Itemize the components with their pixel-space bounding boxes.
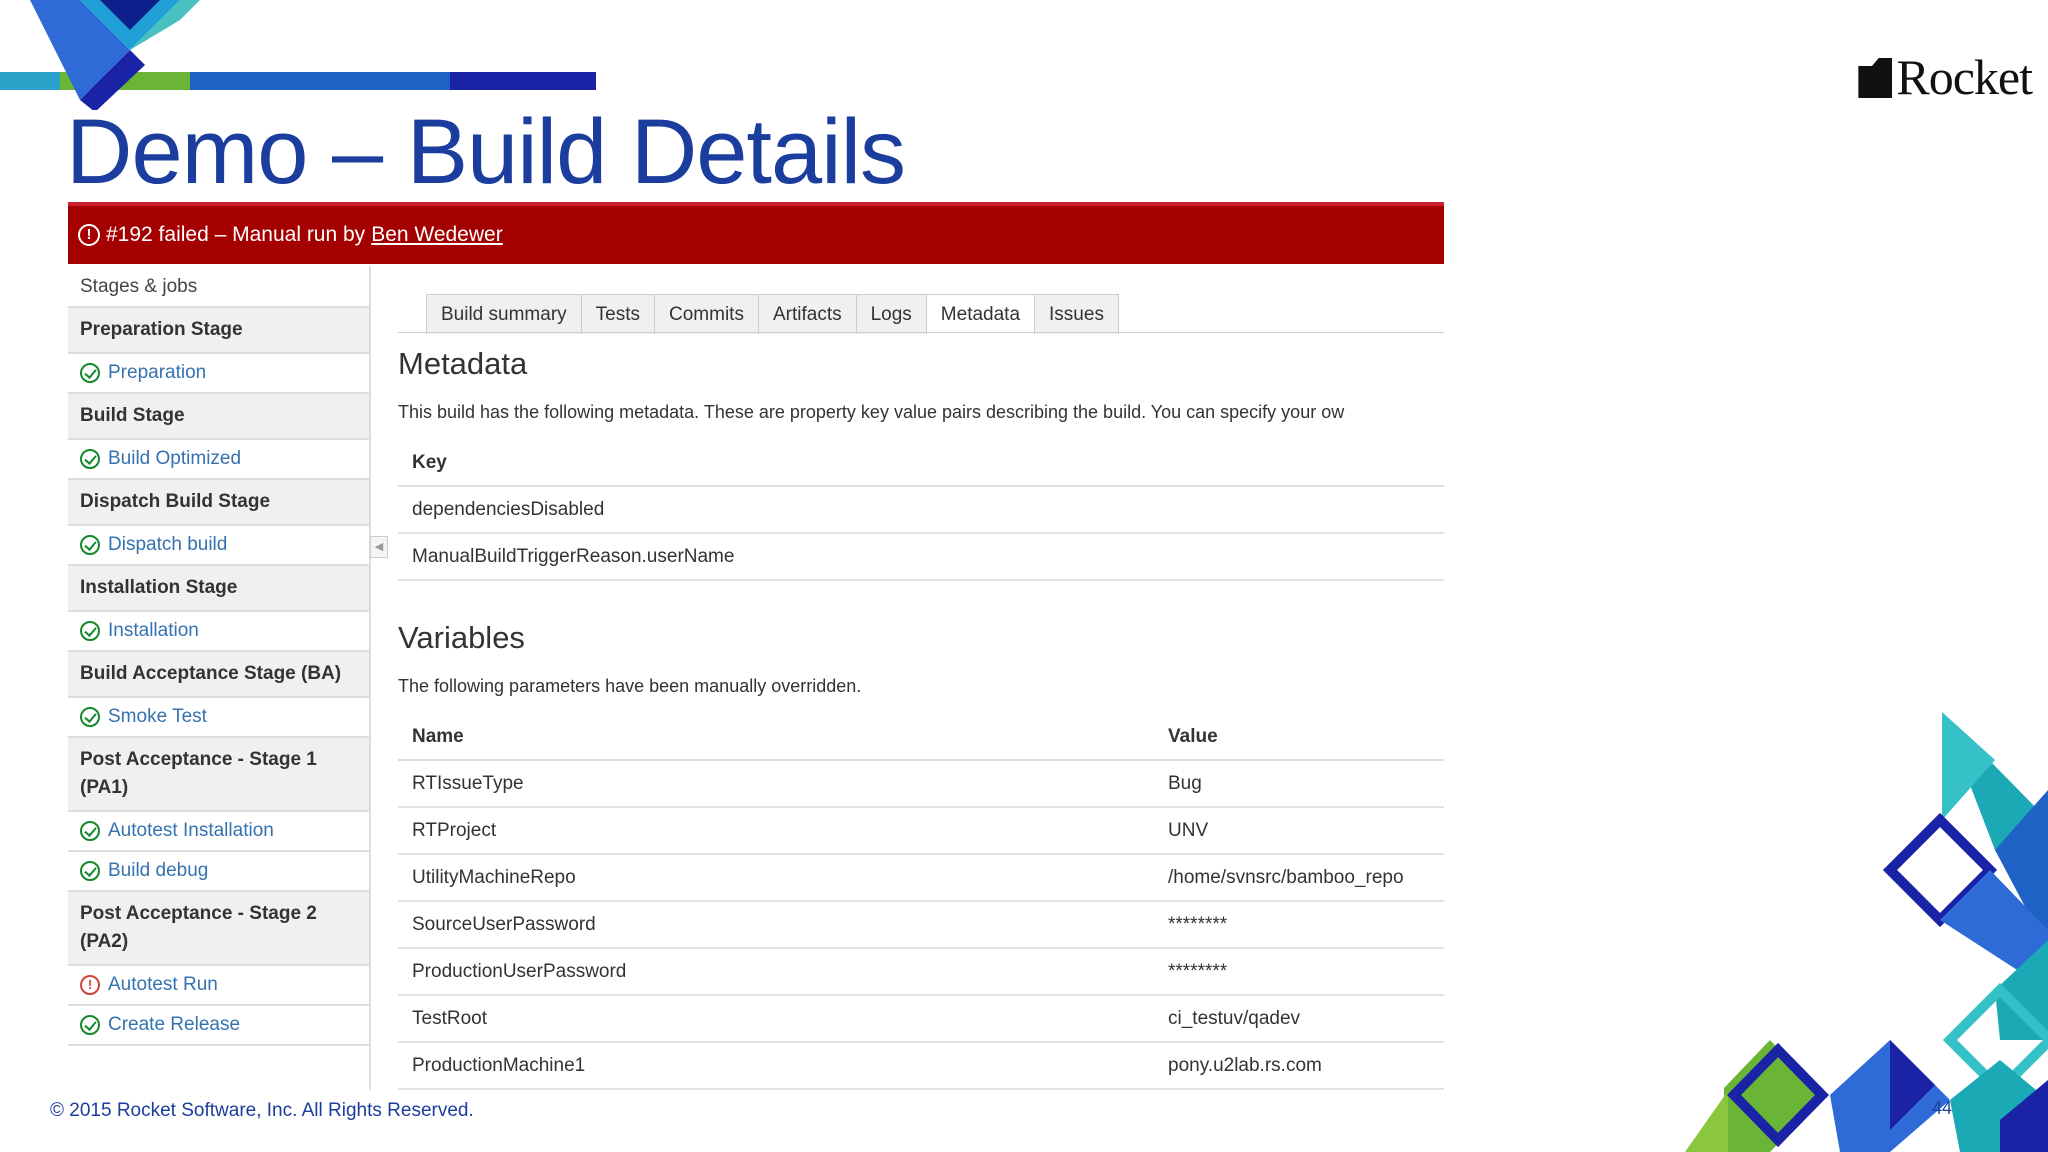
name-column-header: Name [398, 714, 1154, 761]
variable-value: ******** [1154, 948, 1444, 996]
variable-row: RTIssueType Bug [398, 760, 1444, 808]
stage-header: Post Acceptance - Stage 1 (PA1) [68, 738, 369, 812]
slide-title: Demo – Build Details [66, 101, 906, 203]
tab-issues[interactable]: Issues [1034, 294, 1119, 334]
stages-sidebar: Stages & jobs Preparation Stage Preparati… [68, 266, 369, 1046]
check-circle-icon [80, 1015, 100, 1035]
metadata-header-row: Key [398, 440, 1444, 487]
variable-row: ProductionUserPassword ******** [398, 948, 1444, 996]
value-column-header: Value [1154, 714, 1444, 761]
variable-name: UtilityMachineRepo [398, 854, 1154, 902]
variable-row: ProductionMachine1 pony.u2lab.rs.com [398, 1042, 1444, 1090]
tab-tests[interactable]: Tests [580, 294, 656, 334]
stage-header: Post Acceptance - Stage 2 (PA2) [68, 892, 369, 966]
tab-logs[interactable]: Logs [855, 294, 927, 334]
warning-circle-icon: ! [78, 224, 100, 246]
check-circle-icon [80, 707, 100, 727]
check-circle-icon [80, 363, 100, 383]
variable-value: UNV [1154, 807, 1444, 855]
tab-commits[interactable]: Commits [654, 294, 759, 334]
sidebar-job-link[interactable]: ! Autotest Run [68, 966, 369, 1006]
sidebar-divider [369, 266, 371, 1090]
sidebar-job-link[interactable]: Build Optimized [68, 440, 369, 480]
tab-metadata[interactable]: Metadata [925, 294, 1036, 334]
job-label: Autotest Run [108, 974, 218, 995]
variable-name: RTIssueType [398, 760, 1154, 808]
variables-heading: Variables [398, 620, 525, 655]
build-status-text: #192 failed – Manual run by [106, 223, 366, 246]
job-label: Autotest Installation [108, 820, 274, 841]
variable-value: /home/svnsrc/bamboo_repo [1154, 854, 1444, 902]
job-label: Preparation [108, 362, 207, 383]
tab-artifacts[interactable]: Artifacts [757, 294, 857, 334]
sidebar-job-link[interactable]: Preparation [68, 354, 369, 394]
error-circle-icon: ! [80, 975, 100, 995]
tab-bar: Build summary Tests Commits Artifacts Logs Me… [426, 294, 1119, 334]
rocket-logo-text: Rocket [1896, 49, 2033, 105]
variable-value: ******** [1154, 901, 1444, 949]
variable-row: TestRoot ci_testuv/qadev [398, 995, 1444, 1043]
variable-name: ProductionUserPassword [398, 948, 1154, 996]
check-circle-icon [80, 821, 100, 841]
variable-name: RTProject [398, 807, 1154, 855]
stage-header: Build Stage [68, 394, 369, 440]
metadata-description: This build has the following metadata. T… [398, 402, 1345, 422]
variable-row: SourceUserPassword ******** [398, 901, 1444, 949]
check-circle-icon [80, 621, 100, 641]
variables-table: Name Value RTIssueType Bug RTProject UNV Uti… [398, 714, 1444, 1090]
variable-row: UtilityMachineRepo/home/svnsrc/bamboo_re… [398, 854, 1444, 902]
metadata-key: dependenciesDisabled [398, 486, 1444, 534]
build-status-banner: ! #192 failed – Manual run by Ben Wedewe… [68, 202, 1444, 264]
variable-value: pony.u2lab.rs.com [1154, 1042, 1444, 1090]
page-number: 44 [1932, 1098, 1953, 1118]
build-user-link[interactable]: Ben Wedewer [371, 223, 503, 247]
rocket-logo-mark-icon [1858, 58, 1893, 98]
job-label: Build debug [108, 860, 209, 881]
stage-header: Installation Stage [68, 566, 369, 612]
variable-value: ci_testuv/qadev [1154, 995, 1444, 1043]
tab-underline [398, 332, 1444, 333]
stage-header: Dispatch Build Stage [68, 480, 369, 526]
key-column-header: Key [398, 440, 1444, 487]
job-label: Build Optimized [108, 448, 242, 469]
sidebar-header: Stages & jobs [68, 266, 369, 308]
metadata-row: dependenciesDisabled [398, 486, 1444, 534]
job-label: Smoke Test [108, 706, 207, 727]
collapse-sidebar-button[interactable]: ◀ [370, 536, 388, 558]
sidebar-job-link[interactable]: Build debug [68, 852, 369, 892]
tab-build-summary[interactable]: Build summary [426, 294, 582, 334]
bottom-right-decoration [1685, 712, 2048, 1152]
job-label: Dispatch build [108, 534, 228, 555]
sidebar-job-link[interactable]: Dispatch build [68, 526, 369, 566]
metadata-key: ManualBuildTriggerReason.userName [398, 533, 1444, 581]
top-left-decoration [0, 0, 596, 110]
metadata-table: Key dependenciesDisabled ManualBuildTrigg… [398, 440, 1444, 581]
check-circle-icon [80, 535, 100, 555]
sidebar-job-link[interactable]: Create Release [68, 1006, 369, 1046]
metadata-row: ManualBuildTriggerReason.userName [398, 533, 1444, 581]
stage-header: Build Acceptance Stage (BA) [68, 652, 369, 698]
sidebar-job-link[interactable]: Autotest Installation [68, 812, 369, 852]
job-label: Installation [108, 620, 199, 641]
copyright-text: © 2015 Rocket Software, Inc. All Rights … [50, 1100, 474, 1121]
variable-name: ProductionMachine1 [398, 1042, 1154, 1090]
check-circle-icon [80, 449, 100, 469]
stage-header: Preparation Stage [68, 308, 369, 354]
metadata-heading: Metadata [398, 346, 528, 381]
check-circle-icon [80, 861, 100, 881]
job-label: Create Release [108, 1014, 241, 1035]
sidebar-job-link[interactable]: Smoke Test [68, 698, 369, 738]
variables-header-row: Name Value [398, 714, 1444, 761]
variable-value: Bug [1154, 760, 1444, 808]
variable-row: RTProject UNV [398, 807, 1444, 855]
variable-name: SourceUserPassword [398, 901, 1154, 949]
rocket-logo: Rocket [1858, 48, 2033, 106]
variable-name: TestRoot [398, 995, 1154, 1043]
variables-description: The following parameters have been manua… [398, 676, 862, 696]
sidebar-job-link[interactable]: Installation [68, 612, 369, 652]
